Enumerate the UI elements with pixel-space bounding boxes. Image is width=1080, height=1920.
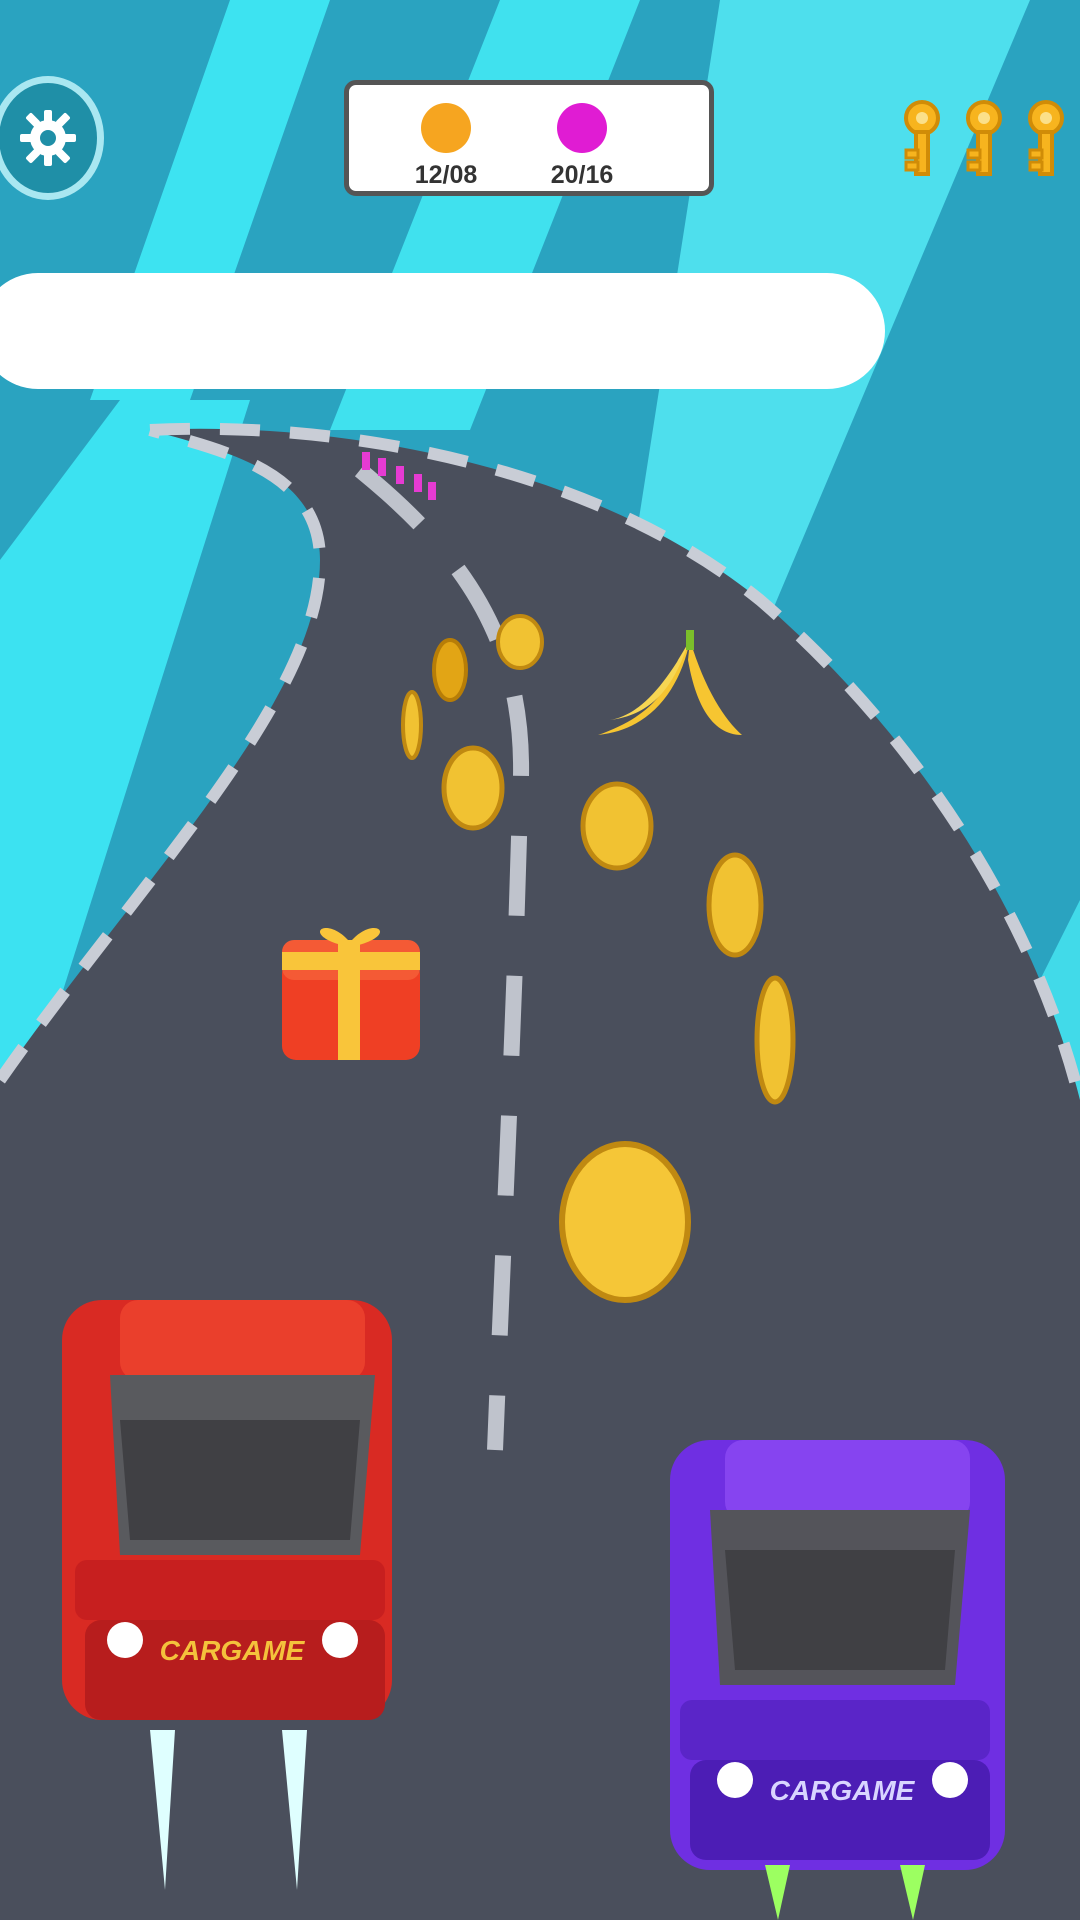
player2-score-text: 20/16 bbox=[550, 161, 614, 189]
player2-score: 20/16 bbox=[522, 103, 642, 190]
purple-car: CARGAME bbox=[670, 1440, 1005, 1920]
gear-icon bbox=[20, 110, 76, 166]
score-panel: 12/08 20/16 bbox=[344, 80, 714, 196]
key-icon bbox=[1028, 100, 1064, 176]
gift-box-icon bbox=[282, 927, 420, 1060]
purple-car-plate: CARGAME bbox=[770, 1775, 916, 1806]
key-icon bbox=[904, 100, 940, 176]
key-icon bbox=[966, 100, 1002, 176]
red-car-plate: CARGAME bbox=[160, 1635, 306, 1666]
level-progress-bar bbox=[0, 273, 885, 389]
player1-color-dot bbox=[421, 103, 471, 153]
player1-score: 12/08 bbox=[386, 103, 506, 190]
player2-color-dot bbox=[557, 103, 607, 153]
keys-counter bbox=[898, 98, 1070, 182]
player1-score-text: 12/08 bbox=[414, 161, 478, 189]
